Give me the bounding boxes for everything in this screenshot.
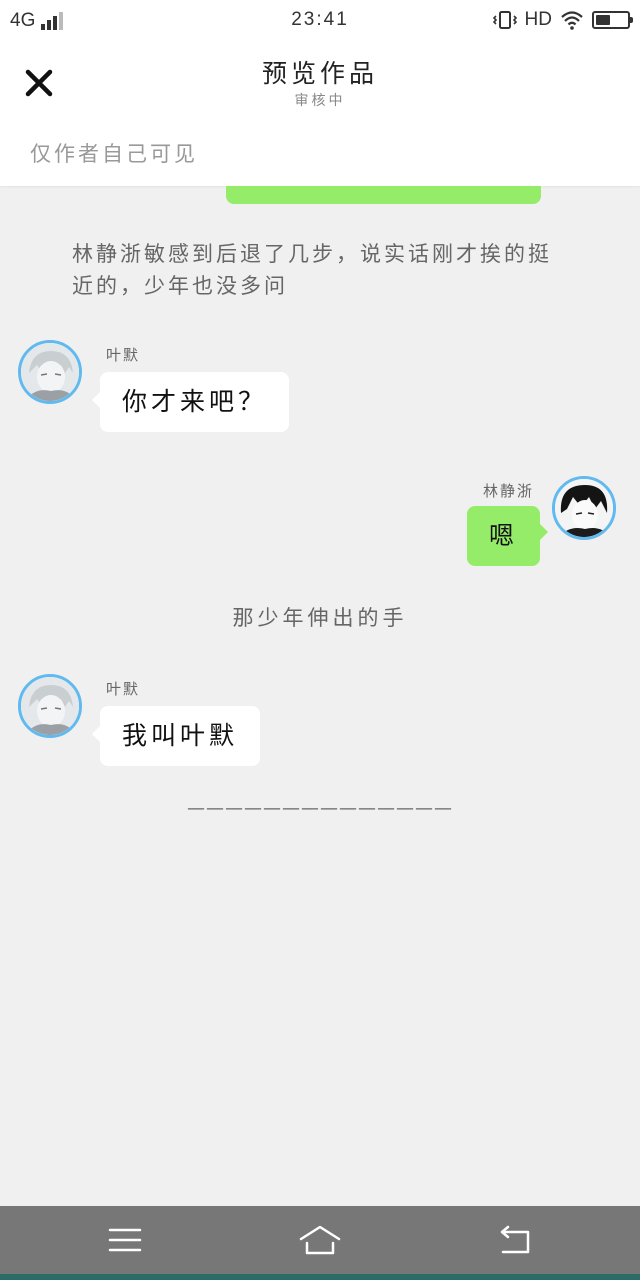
visibility-note: 仅作者自己可见 <box>30 142 198 166</box>
status-icons: HD <box>492 9 633 31</box>
wifi-icon <box>561 11 583 30</box>
nav-accent-strip <box>0 1274 640 1280</box>
review-status: 审核中 <box>294 93 346 109</box>
chat-bubble[interactable]: 我叫叶默 <box>91 706 261 766</box>
home-icon <box>299 1225 341 1255</box>
narration-text: 林静浙敏感到后退了几步，说实话刚才挨的挺近的，少年也没多问 <box>72 242 552 298</box>
avatar[interactable] <box>552 476 616 540</box>
status-bar: 4G 23:41 HD <box>0 0 640 44</box>
battery-icon <box>592 11 633 29</box>
back-icon <box>500 1225 530 1254</box>
menu-button[interactable] <box>106 1222 146 1258</box>
end-divider: —————————————— <box>187 798 453 819</box>
character-portrait-icon <box>21 343 79 401</box>
vibrate-icon <box>492 11 517 29</box>
back-button[interactable] <box>494 1222 534 1258</box>
character-portrait-icon <box>21 677 79 735</box>
avatar[interactable] <box>18 674 82 738</box>
chat-bubble[interactable]: 嗯 <box>466 506 549 566</box>
menu-icon <box>108 1228 142 1252</box>
speaker-name: 叶默 <box>106 680 141 698</box>
speaker-name: 林静浙 <box>482 482 534 500</box>
home-button[interactable] <box>298 1222 342 1258</box>
character-portrait-icon <box>555 479 613 537</box>
chat-area[interactable]: 林静浙敏感到后退了几步，说实话刚才挨的挺近的，少年也没多问 叶默 你才来吧？ 林… <box>0 186 640 1206</box>
preview-header: 预览作品 审核中 仅作者自己可见 <box>0 44 640 186</box>
narration-text: 那少年伸出的手 <box>232 606 408 630</box>
hd-label: HD <box>524 9 552 30</box>
system-nav-bar <box>0 1206 640 1280</box>
avatar[interactable] <box>18 340 82 404</box>
previous-message-bubble <box>226 186 541 204</box>
speaker-name: 叶默 <box>106 346 141 364</box>
page-title: 预览作品 <box>261 59 378 88</box>
chat-bubble[interactable]: 你才来吧？ <box>91 372 290 432</box>
